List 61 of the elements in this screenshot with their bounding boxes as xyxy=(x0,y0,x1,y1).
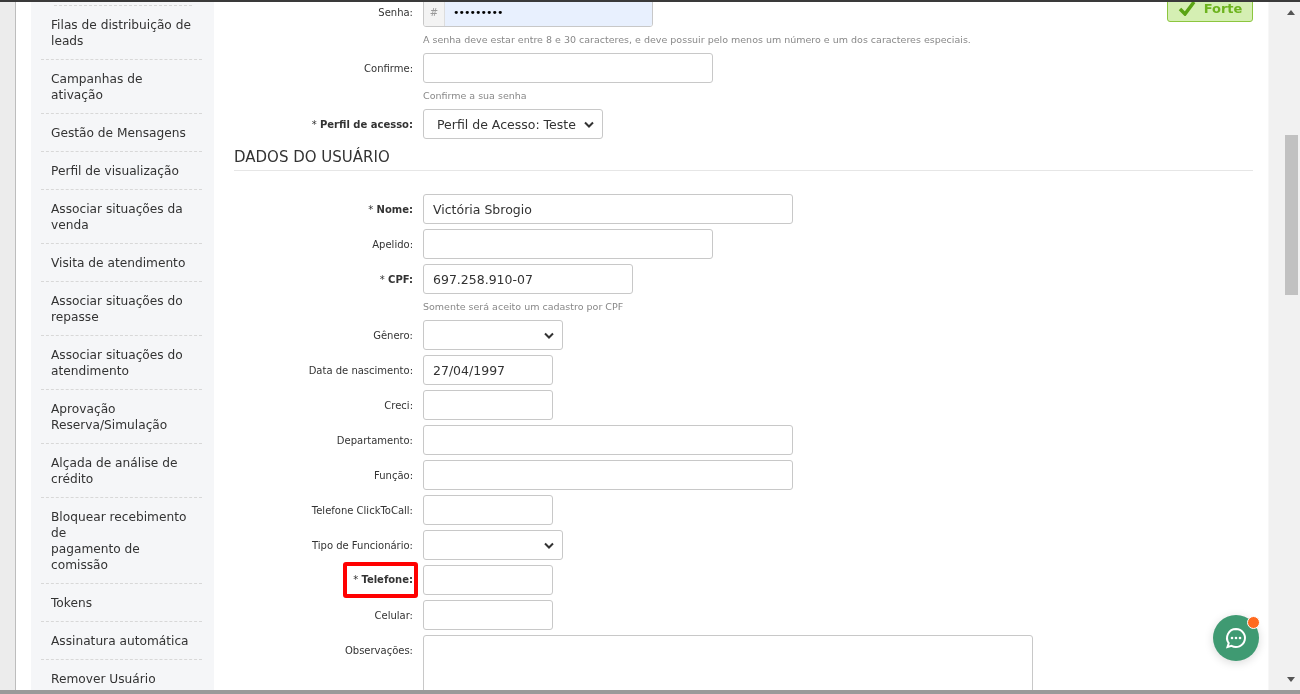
chevron-down-icon xyxy=(584,120,594,128)
field-label: Função: xyxy=(374,469,413,481)
sidebar-item[interactable]: Remover Usuário xyxy=(41,660,202,690)
field-label: *CPF: xyxy=(379,273,413,285)
field-label: Data de nascimento: xyxy=(308,364,413,376)
field-label: Senha: xyxy=(378,6,413,18)
select-field[interactable] xyxy=(423,320,563,350)
scrollbar[interactable] xyxy=(1268,2,1300,690)
field-label: Departamento: xyxy=(336,434,413,446)
field-label: Celular: xyxy=(374,609,413,621)
chevron-down-icon xyxy=(544,541,554,549)
text-field[interactable] xyxy=(423,425,793,455)
field-label: Apelido: xyxy=(372,238,413,250)
sidebar-item[interactable]: Assinatura automática xyxy=(41,622,202,660)
sidebar-item[interactable]: Perfil de visualização xyxy=(41,152,202,190)
text-field[interactable] xyxy=(423,229,713,259)
field-label: *Perfil de acesso: xyxy=(311,118,413,130)
text-field[interactable] xyxy=(423,460,793,490)
field-label: Tipo de Funcionário: xyxy=(311,539,413,551)
text-field[interactable]: 697.258.910-07 xyxy=(423,264,633,294)
sidebar-item[interactable]: Visita de atendimento xyxy=(41,244,202,282)
field-hint: Confirme a sua senha xyxy=(423,89,528,103)
scrollbar-thumb[interactable] xyxy=(1285,135,1298,295)
chat-bubble-icon xyxy=(1224,626,1248,650)
field-label: *Nome: xyxy=(368,203,413,215)
scroll-down-icon[interactable] xyxy=(1287,677,1295,682)
field-label: Confirme: xyxy=(364,62,413,74)
sidebar-item[interactable]: Gestão de Mensagens xyxy=(41,114,202,152)
text-field[interactable] xyxy=(423,390,553,420)
sidebar-item[interactable]: Alçada de análise de crédito xyxy=(41,444,202,498)
select-field[interactable] xyxy=(423,530,563,560)
sidebar-item[interactable]: Bloquear recebimento de pagamento de comissão xyxy=(41,498,202,584)
check-icon xyxy=(1177,2,1196,16)
scroll-up-icon[interactable] xyxy=(1287,10,1295,15)
notification-dot xyxy=(1247,616,1260,629)
select-field[interactable]: Perfil de Acesso: Teste xyxy=(423,109,603,139)
sidebar-item[interactable]: Filas de distribuição de leads xyxy=(41,6,202,60)
text-field[interactable] xyxy=(423,53,713,83)
text-field[interactable] xyxy=(423,495,553,525)
field-label: *Telefone: xyxy=(343,562,418,598)
section-title: DADOS DO USUÁRIO xyxy=(234,147,1253,171)
text-field[interactable] xyxy=(423,600,553,630)
field-label: Creci: xyxy=(384,399,413,411)
sidebar-item[interactable]: Associar situações da venda xyxy=(41,190,202,244)
strength-label: Forte xyxy=(1203,2,1243,16)
chat-button[interactable] xyxy=(1213,615,1259,661)
field-hint: Somente será aceito um cadastro por CPF xyxy=(423,300,625,314)
sidebar-item[interactable]: Aprovação Reserva/Simulação xyxy=(41,390,202,444)
password-field[interactable]: # ••••••••• xyxy=(423,2,653,27)
sidebar-item[interactable]: Associar situações do repasse xyxy=(41,282,202,336)
text-field[interactable] xyxy=(423,565,553,595)
chevron-down-icon xyxy=(544,331,554,339)
sidebar-item[interactable]: Associar situações do atendimento xyxy=(41,336,202,390)
text-field[interactable]: 27/04/1997 xyxy=(423,355,553,385)
field-hint: A senha deve estar entre 8 e 30 caracteres, e deve possuir pelo menos um número e um dos caracteres especiais. xyxy=(423,33,972,47)
field-label: Telefone ClickToCall: xyxy=(311,504,413,516)
field-label: Gênero: xyxy=(373,329,413,341)
sidebar-item[interactable]: Tokens xyxy=(41,584,202,622)
field-label: Observações: xyxy=(344,644,413,656)
sidebar-item[interactable]: Campanhas de ativação xyxy=(41,60,202,114)
text-field[interactable]: Victória Sbrogio xyxy=(423,194,793,224)
